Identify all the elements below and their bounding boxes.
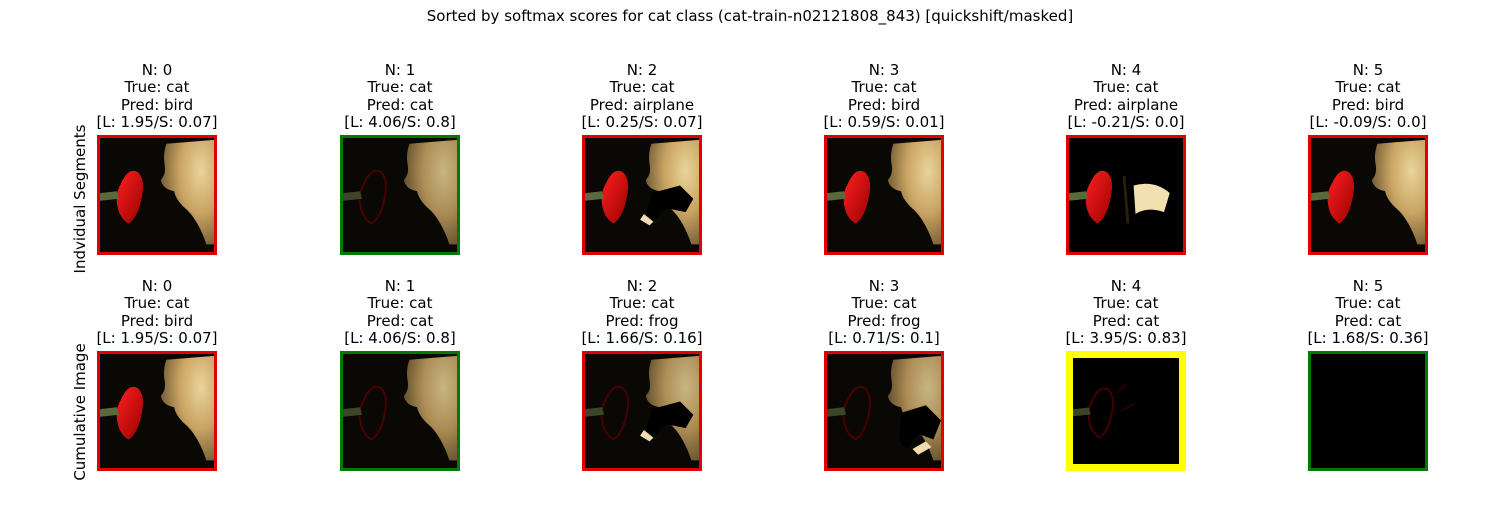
caption-pred: Pred: bird <box>1331 95 1405 114</box>
panel-segment-1: N: 1 True: cat Pred: cat [L: 4.06/S: 0.8] <box>310 61 490 297</box>
caption-pred: Pred: cat <box>366 95 434 114</box>
caption-pred: Pred: frog <box>605 311 679 330</box>
caption-pred: Pred: cat <box>366 311 434 330</box>
caption-n: N: 0 <box>141 61 173 79</box>
thumbnail-image <box>1066 351 1186 471</box>
caption-scores: [L: 1.95/S: 0.07] <box>96 113 218 132</box>
caption-pred: Pred: frog <box>847 311 921 330</box>
caption-scores: [L: 4.06/S: 0.8] <box>344 329 456 348</box>
thumbnail-image <box>824 351 944 471</box>
panel-caption: N: 2 True: cat Pred: airplane [L: 0.25/S: 0… <box>552 61 732 132</box>
panel-segment-0: N: 0 True: cat Pred: bird [L: 1.95/S: 0.07] <box>67 61 247 297</box>
caption-true-label: True: cat <box>1093 78 1159 97</box>
caption-scores: [L: 4.06/S: 0.8] <box>344 113 456 132</box>
thumbnail-image <box>824 135 944 255</box>
panel-caption: N: 5 True: cat Pred: cat [L: 1.68/S: 0.36] <box>1278 277 1458 348</box>
caption-true-label: True: cat <box>367 78 433 97</box>
caption-n: N: 5 <box>1352 277 1384 295</box>
caption-true-label: True: cat <box>851 294 917 313</box>
thumbnail-image <box>97 135 217 255</box>
caption-scores: [L: -0.09/S: 0.0] <box>1309 113 1427 132</box>
caption-n: N: 2 <box>626 61 658 79</box>
caption-scores: [L: 0.71/S: 0.1] <box>828 329 940 348</box>
thumbnail-image <box>340 351 460 471</box>
caption-n: N: 2 <box>626 277 658 295</box>
thumbnail-image <box>340 135 460 255</box>
caption-pred: Pred: airplane <box>589 95 695 114</box>
caption-true-label: True: cat <box>609 294 675 313</box>
caption-pred: Pred: airplane <box>1073 95 1179 114</box>
caption-pred: Pred: bird <box>847 95 921 114</box>
panel-caption: N: 1 True: cat Pred: cat [L: 4.06/S: 0.8] <box>310 277 490 348</box>
caption-scores: [L: 0.25/S: 0.07] <box>581 113 703 132</box>
caption-true-label: True: cat <box>851 78 917 97</box>
caption-scores: [L: 1.66/S: 0.16] <box>581 329 703 348</box>
caption-true-label: True: cat <box>609 78 675 97</box>
thumbnail-image <box>1066 135 1186 255</box>
caption-pred: Pred: bird <box>120 95 194 114</box>
caption-n: N: 0 <box>141 277 173 295</box>
caption-n: N: 4 <box>1110 61 1142 79</box>
caption-scores: [L: 1.95/S: 0.07] <box>96 329 218 348</box>
panel-cumulative-2: N: 2 True: cat Pred: frog [L: 1.66/S: 0.16] <box>552 277 732 513</box>
caption-true-label: True: cat <box>1335 78 1401 97</box>
panel-cumulative-3: N: 3 True: cat Pred: frog [L: 0.71/S: 0.1] <box>794 277 974 513</box>
thumbnail-image <box>97 351 217 471</box>
caption-n: N: 3 <box>868 61 900 79</box>
caption-scores: [L: 1.68/S: 0.36] <box>1307 329 1429 348</box>
panel-segment-5: N: 5 True: cat Pred: bird [L: -0.09/S: 0.0] <box>1278 61 1458 297</box>
panel-caption: N: 1 True: cat Pred: cat [L: 4.06/S: 0.8] <box>310 61 490 132</box>
panel-segment-3: N: 3 True: cat Pred: bird [L: 0.59/S: 0.01] <box>794 61 974 297</box>
panel-caption: N: 3 True: cat Pred: bird [L: 0.59/S: 0.01] <box>794 61 974 132</box>
panel-caption: N: 0 True: cat Pred: bird [L: 1.95/S: 0.07] <box>67 277 247 348</box>
thumbnail-image <box>582 135 702 255</box>
caption-n: N: 5 <box>1352 61 1384 79</box>
caption-scores: [L: -0.21/S: 0.0] <box>1067 113 1185 132</box>
panel-cumulative-1: N: 1 True: cat Pred: cat [L: 4.06/S: 0.8] <box>310 277 490 513</box>
thumbnail-image <box>582 351 702 471</box>
caption-true-label: True: cat <box>1093 294 1159 313</box>
panel-caption: N: 5 True: cat Pred: bird [L: -0.09/S: 0.0] <box>1278 61 1458 132</box>
caption-pred: Pred: cat <box>1092 311 1160 330</box>
caption-n: N: 1 <box>384 61 416 79</box>
caption-true-label: True: cat <box>124 78 190 97</box>
thumbnail-image <box>1308 135 1428 255</box>
panel-segment-4: N: 4 True: cat Pred: airplane [L: -0.21/S: … <box>1036 61 1216 297</box>
panel-caption: N: 4 True: cat Pred: airplane [L: -0.21/S: … <box>1036 61 1216 132</box>
caption-pred: Pred: cat <box>1334 311 1402 330</box>
caption-true-label: True: cat <box>367 294 433 313</box>
panel-caption: N: 2 True: cat Pred: frog [L: 1.66/S: 0.16] <box>552 277 732 348</box>
caption-scores: [L: 0.59/S: 0.01] <box>823 113 945 132</box>
caption-scores: [L: 3.95/S: 0.83] <box>1065 329 1187 348</box>
caption-pred: Pred: bird <box>120 311 194 330</box>
caption-n: N: 4 <box>1110 277 1142 295</box>
panel-cumulative-0: N: 0 True: cat Pred: bird [L: 1.95/S: 0.07] <box>67 277 247 513</box>
figure-title: Sorted by softmax scores for cat class (… <box>426 7 1074 25</box>
caption-n: N: 1 <box>384 277 416 295</box>
panel-cumulative-4: N: 4 True: cat Pred: cat [L: 3.95/S: 0.83] <box>1036 277 1216 513</box>
panel-cumulative-5: N: 5 True: cat Pred: cat [L: 1.68/S: 0.36] <box>1278 277 1458 513</box>
panel-caption: N: 3 True: cat Pred: frog [L: 0.71/S: 0.1] <box>794 277 974 348</box>
thumbnail-image <box>1308 351 1428 471</box>
panel-caption: N: 0 True: cat Pred: bird [L: 1.95/S: 0.07] <box>67 61 247 132</box>
caption-true-label: True: cat <box>124 294 190 313</box>
caption-true-label: True: cat <box>1335 294 1401 313</box>
caption-n: N: 3 <box>868 277 900 295</box>
panel-caption: N: 4 True: cat Pred: cat [L: 3.95/S: 0.83] <box>1036 277 1216 348</box>
panel-segment-2: N: 2 True: cat Pred: airplane [L: 0.25/S: 0… <box>552 61 732 297</box>
